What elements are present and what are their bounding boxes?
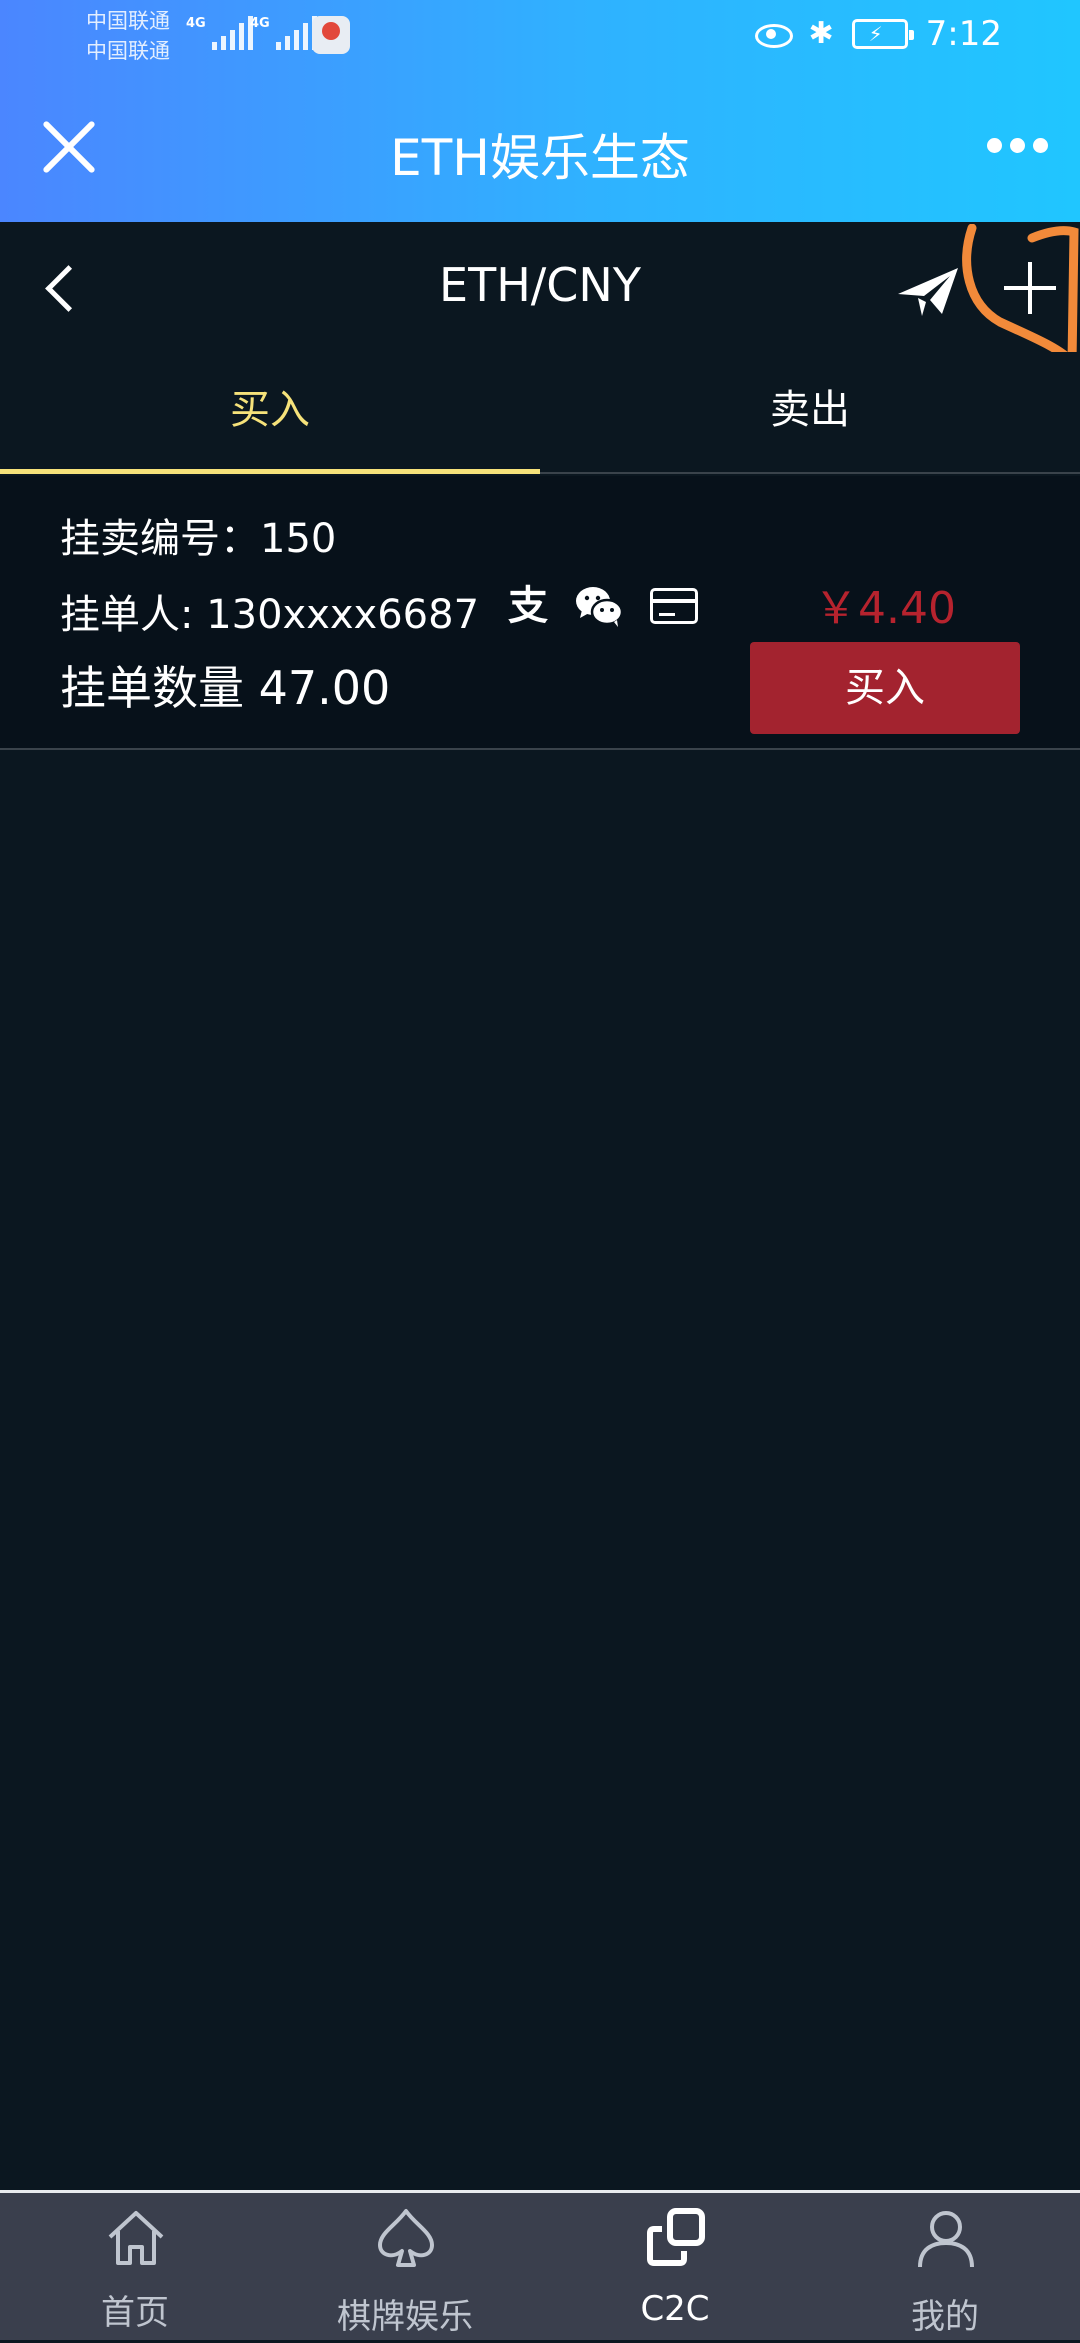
- signal-icon-1: 4G: [186, 16, 253, 50]
- eye-comfort-icon: [753, 22, 793, 48]
- home-icon: [108, 2211, 164, 2265]
- nav-item-home[interactable]: 首页: [0, 2193, 270, 2343]
- title-bar: ETH娱乐生态: [0, 72, 1080, 222]
- alipay-icon: 支: [508, 583, 548, 629]
- status-time: 7:12: [925, 14, 1002, 54]
- bluetooth-icon: ✱: [808, 16, 834, 51]
- nav-label-home: 首页: [101, 2293, 169, 2333]
- network-type-2: 4G: [250, 16, 270, 31]
- tab-sell[interactable]: 卖出: [540, 352, 1080, 474]
- more-menu-icon[interactable]: [987, 138, 1048, 153]
- nav-label-mine: 我的: [911, 2297, 979, 2337]
- order-price: ￥4.40: [814, 583, 956, 634]
- buy-button[interactable]: 买入: [750, 642, 1020, 734]
- spade-icon: [378, 2209, 434, 2267]
- order-card: 挂卖编号：150 挂单人: 130xxxx6687 支 挂单数量 47.00 ￥…: [0, 476, 1080, 750]
- user-icon: [918, 2211, 974, 2268]
- carrier-2: 中国联通: [86, 39, 170, 63]
- battery-icon: ⚡: [851, 19, 914, 49]
- order-quantity: 挂单数量 47.00: [60, 661, 391, 715]
- bottom-nav: 首页 棋牌娱乐 C2C 我的: [0, 2190, 1080, 2340]
- nav-item-games[interactable]: 棋牌娱乐: [270, 2193, 540, 2343]
- nav-item-mine[interactable]: 我的: [810, 2193, 1080, 2343]
- nav-item-c2c[interactable]: C2C: [540, 2193, 810, 2343]
- top-bar: 中国联通 中国联通 4G 4G ✱ ⚡ 7:12 ETH娱乐生态: [0, 0, 1080, 222]
- app-title: ETH娱乐生态: [390, 129, 690, 187]
- page-header: ETH/CNY: [0, 222, 1080, 352]
- send-icon[interactable]: [896, 264, 960, 318]
- bank-card-icon: [650, 588, 698, 624]
- seller-info: 挂单人: 130xxxx6687: [60, 592, 480, 638]
- wechat-icon: [576, 587, 624, 627]
- order-number: 挂卖编号：150: [60, 516, 337, 562]
- nav-label-c2c: C2C: [640, 2289, 710, 2329]
- network-type-1: 4G: [186, 16, 206, 31]
- notification-app-icon: [312, 16, 350, 54]
- status-right-group: ✱ ⚡ 7:12: [753, 14, 1002, 54]
- trade-tabs: 买入 卖出: [0, 352, 1080, 474]
- status-bar: 中国联通 中国联通 4G 4G ✱ ⚡ 7:12: [0, 0, 1080, 72]
- c2c-icon: [647, 2208, 705, 2266]
- signal-icon-2: 4G: [250, 16, 317, 50]
- carrier-1: 中国联通: [86, 9, 170, 33]
- add-icon[interactable]: [1004, 262, 1056, 314]
- nav-label-games: 棋牌娱乐: [337, 2297, 473, 2337]
- payment-methods: 支: [508, 584, 698, 628]
- tab-buy[interactable]: 买入: [0, 352, 540, 474]
- carrier-labels: 中国联通 中国联通: [86, 6, 170, 66]
